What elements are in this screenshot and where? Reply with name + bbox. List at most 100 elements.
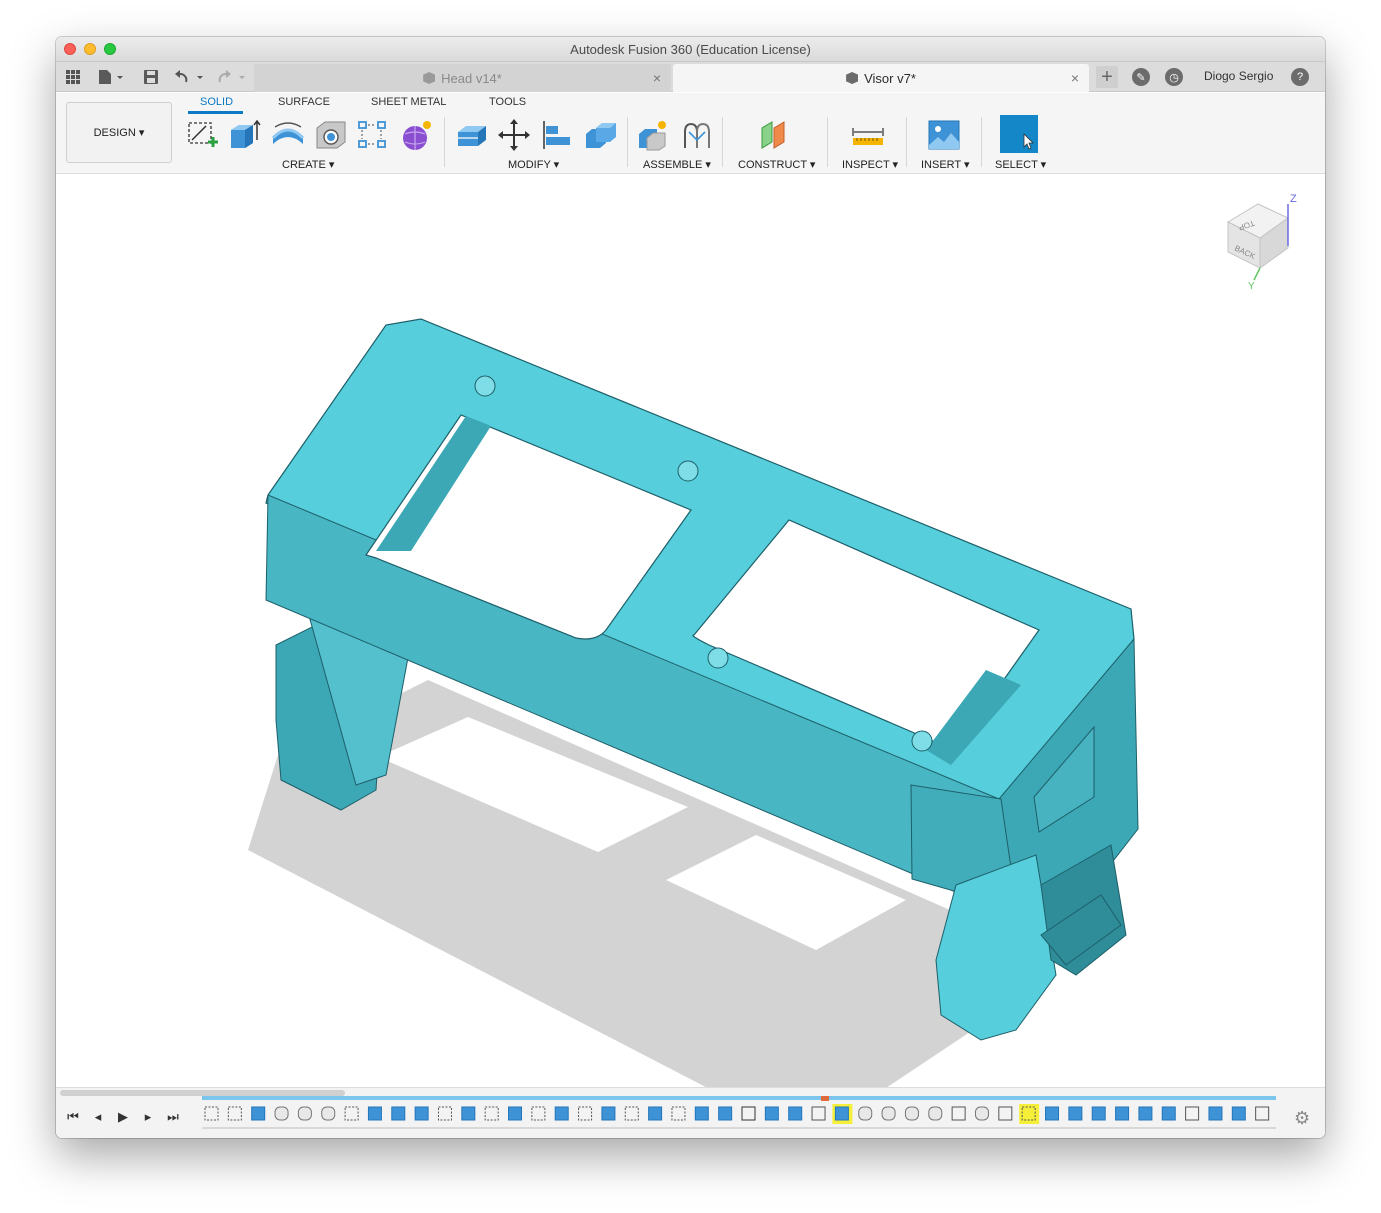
timeline-align-icon[interactable] (788, 1106, 803, 1121)
hole-icon[interactable] (314, 118, 348, 152)
timeline-extrude-icon[interactable] (601, 1106, 616, 1121)
timeline-extrude-icon[interactable] (1115, 1106, 1130, 1121)
new-tab-button[interactable]: + (1096, 66, 1118, 88)
timeline-extrude-icon[interactable] (1068, 1106, 1083, 1121)
timeline-extrude-icon[interactable] (648, 1106, 663, 1121)
move-copy-icon[interactable] (497, 118, 531, 152)
timeline-sketch-icon[interactable] (484, 1106, 499, 1121)
timeline-component-icon[interactable] (881, 1106, 896, 1121)
timeline-pattern-icon[interactable] (811, 1106, 826, 1121)
timeline-image-icon[interactable] (414, 1106, 429, 1121)
timeline-plane-icon[interactable] (1255, 1106, 1270, 1121)
timeline-sketch-icon[interactable] (204, 1106, 219, 1121)
timeline-plane-icon[interactable] (1185, 1106, 1200, 1121)
redo-icon[interactable] (216, 67, 250, 87)
offset-plane-icon[interactable] (758, 118, 792, 152)
timeline-move-icon[interactable] (741, 1106, 756, 1121)
timeline-press-pull-icon[interactable] (718, 1106, 733, 1121)
job-status-icon[interactable]: ◷ (1164, 67, 1184, 87)
help-icon[interactable]: ? (1290, 67, 1310, 87)
rectangular-pattern-icon[interactable] (356, 118, 390, 152)
insert-menu[interactable]: INSERT ▾ (921, 158, 970, 171)
tab-close-icon[interactable]: × (1071, 70, 1079, 86)
timeline-image-icon[interactable] (694, 1106, 709, 1121)
go-to-start-button[interactable]: ⏮ (64, 1107, 82, 1127)
align-icon[interactable] (540, 118, 574, 152)
timeline-sketch-icon[interactable] (578, 1106, 593, 1121)
construct-menu[interactable]: CONSTRUCT ▾ (738, 158, 815, 171)
timeline-extrude-icon[interactable] (832, 1104, 853, 1124)
modify-menu[interactable]: MODIFY ▾ (508, 158, 559, 171)
create-form-icon[interactable] (400, 118, 434, 152)
timeline-fillet-icon[interactable] (297, 1106, 312, 1121)
timeline-sketch-icon[interactable] (437, 1106, 452, 1121)
tab-sheet-metal[interactable]: SHEET METAL (371, 96, 446, 108)
timeline-extrude-icon[interactable] (1045, 1106, 1060, 1121)
step-back-button[interactable]: ◂ (89, 1107, 107, 1127)
timeline-extrude-icon[interactable] (1208, 1106, 1223, 1121)
press-pull-icon[interactable] (455, 118, 489, 152)
extensions-icon[interactable]: ✎ (1131, 67, 1151, 87)
timeline-extrude-icon[interactable] (1231, 1106, 1246, 1121)
create-sketch-icon[interactable] (186, 118, 220, 152)
timeline-sketch-icon[interactable] (1019, 1104, 1040, 1124)
tab-tools[interactable]: TOOLS (489, 96, 526, 108)
new-component-icon[interactable] (637, 118, 671, 152)
timeline-feature-bar[interactable] (202, 1096, 1284, 1136)
select-icon[interactable] (1000, 115, 1038, 153)
data-panel-grid-icon[interactable] (64, 67, 82, 87)
save-icon[interactable] (142, 67, 160, 87)
tab-visor[interactable]: Visor v7* × (673, 64, 1089, 92)
revolve-icon[interactable] (271, 118, 305, 152)
joint-icon[interactable] (680, 118, 714, 152)
tab-close-icon[interactable]: × (653, 70, 661, 86)
timeline-joint-icon[interactable] (904, 1106, 919, 1121)
timeline-plane-icon[interactable] (951, 1106, 966, 1121)
timeline-component-icon[interactable] (928, 1106, 943, 1121)
tab-head[interactable]: Head v14* × (254, 64, 671, 92)
timeline-extrude-icon[interactable] (461, 1106, 476, 1121)
insert-image-icon[interactable] (927, 118, 961, 152)
undo-icon[interactable] (174, 67, 208, 87)
timeline-image-icon[interactable] (391, 1106, 406, 1121)
go-to-end-button[interactable]: ⏭ (164, 1107, 182, 1127)
assemble-menu[interactable]: ASSEMBLE ▾ (643, 158, 711, 171)
timeline-sketch-icon[interactable] (624, 1106, 639, 1121)
timeline-marker[interactable] (821, 1096, 829, 1101)
3d-viewport[interactable]: TOP BACK Z Y (56, 175, 1325, 1087)
timeline-extrude-icon[interactable] (554, 1106, 569, 1121)
timeline-sketch-icon[interactable] (227, 1106, 242, 1121)
file-menu-icon[interactable] (96, 67, 126, 87)
timeline-sketch-icon[interactable] (344, 1106, 359, 1121)
user-account-name[interactable]: Diogo Sergio (1204, 69, 1273, 83)
timeline-component-icon[interactable] (974, 1106, 989, 1121)
select-menu[interactable]: SELECT ▾ (995, 158, 1046, 171)
measure-icon[interactable] (851, 118, 885, 152)
help-glyph: ? (1291, 68, 1309, 86)
timeline-plane-icon[interactable] (998, 1106, 1013, 1121)
timeline-extrude-icon[interactable] (1138, 1106, 1153, 1121)
timeline-sketch-icon[interactable] (671, 1106, 686, 1121)
timeline-extrude-icon[interactable] (367, 1106, 382, 1121)
create-menu[interactable]: CREATE ▾ (282, 158, 334, 171)
extrude-icon[interactable] (227, 118, 261, 152)
timeline-extrude-icon[interactable] (1161, 1106, 1176, 1121)
combine-icon[interactable] (584, 118, 618, 152)
inspect-menu[interactable]: INSPECT ▾ (842, 158, 898, 171)
timeline-fillet-icon[interactable] (858, 1106, 873, 1121)
timeline-fillet-icon[interactable] (321, 1106, 336, 1121)
tab-surface[interactable]: SURFACE (278, 96, 330, 108)
play-button[interactable]: ▶ (114, 1107, 132, 1127)
visor-model[interactable] (56, 175, 1325, 1087)
timeline-combine-icon[interactable] (764, 1106, 779, 1121)
timeline-extrude-icon[interactable] (251, 1106, 266, 1121)
timeline-extrude-icon[interactable] (1091, 1106, 1106, 1121)
timeline-extrude-icon[interactable] (508, 1106, 523, 1121)
tab-solid[interactable]: SOLID (200, 96, 233, 108)
workspace-switcher-button[interactable]: DESIGN ▾ (66, 102, 172, 163)
view-cube[interactable]: TOP BACK Z Y (1218, 192, 1306, 292)
gear-icon[interactable]: ⚙ (1294, 1108, 1310, 1129)
timeline-fillet-icon[interactable] (274, 1106, 289, 1121)
timeline-sketch-icon[interactable] (531, 1106, 546, 1121)
step-forward-button[interactable]: ▸ (139, 1107, 157, 1127)
